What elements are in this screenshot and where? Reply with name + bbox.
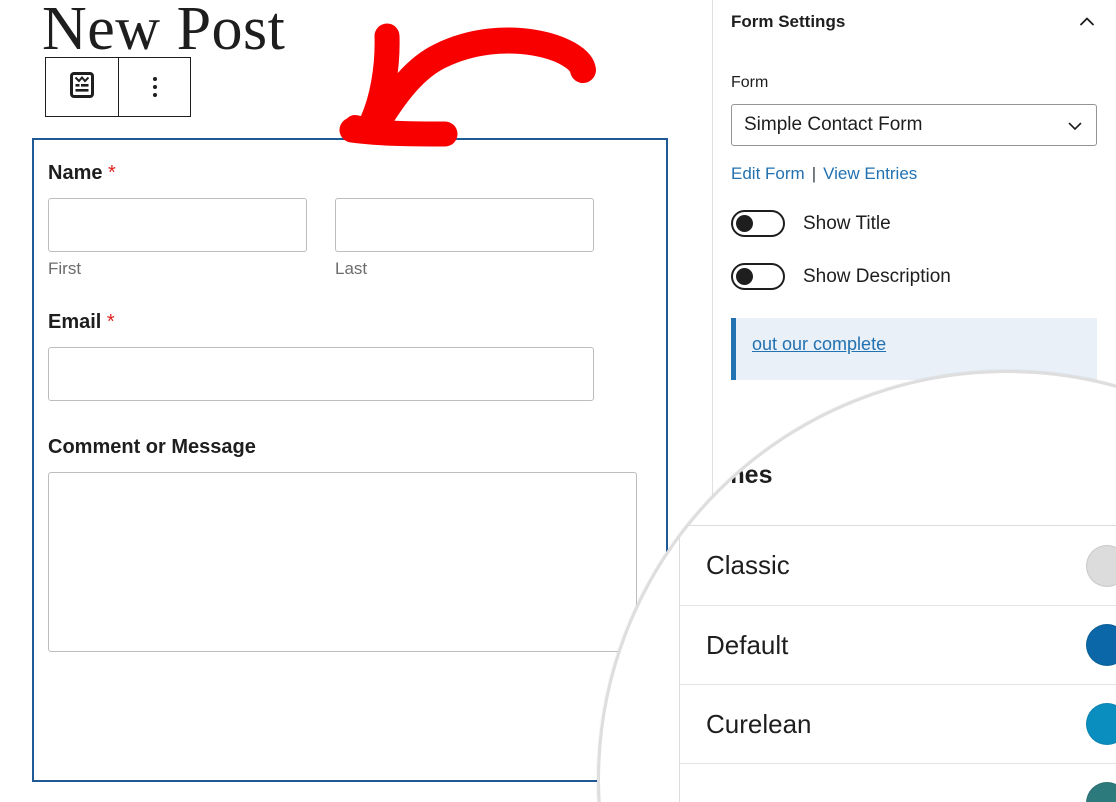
color-swatch: [1086, 782, 1116, 802]
magnifier-overlay: Themes Classic Default Curelean: [597, 370, 1116, 802]
theme-row[interactable]: Default: [680, 605, 1116, 684]
notice-link[interactable]: out our complete: [752, 334, 886, 354]
block-options-button[interactable]: [118, 58, 190, 116]
theme-swatches: [1086, 703, 1116, 745]
show-title-label: Show Title: [803, 212, 891, 234]
themes-list: Classic Default Curelean: [679, 525, 1116, 802]
name-field-label: Name *: [48, 162, 116, 184]
link-separator: |: [811, 164, 817, 183]
message-field-group: Comment or Message: [48, 436, 652, 653]
theme-swatches: [1086, 544, 1116, 587]
show-title-row: Show Title: [731, 210, 1098, 237]
theme-row[interactable]: Curelean: [680, 684, 1116, 763]
name-field-row: First Last: [48, 198, 652, 279]
required-marker: *: [108, 162, 116, 184]
theme-swatches: [1086, 782, 1116, 802]
name-last-input[interactable]: [335, 198, 594, 252]
theme-row[interactable]: [680, 763, 1116, 802]
theme-name: Curelean: [706, 708, 812, 739]
panel-header[interactable]: Form Settings: [731, 0, 1098, 34]
theme-swatches: [1086, 624, 1116, 666]
theme-name: Classic: [706, 550, 790, 580]
wpforms-block-icon: [67, 70, 97, 105]
view-entries-link[interactable]: View Entries: [823, 164, 917, 183]
magnifier-content: Themes Classic Default Curelean: [600, 373, 1116, 802]
show-title-toggle[interactable]: [731, 210, 785, 237]
app-root: New Post Name * First Last Email * Comme…: [0, 0, 1116, 802]
email-field-group: Email *: [48, 311, 652, 402]
theme-name: Default: [706, 629, 789, 660]
message-textarea[interactable]: [48, 472, 637, 653]
name-last-column: Last: [335, 198, 594, 279]
color-swatch: [1086, 703, 1116, 745]
notice-text: out our complete: [752, 332, 1081, 357]
name-first-sublabel: First: [48, 259, 82, 278]
chevron-up-icon[interactable]: [1076, 11, 1098, 33]
wpforms-block-preview[interactable]: Name * First Last Email * Comment or Mes…: [32, 138, 668, 782]
block-type-button[interactable]: [46, 58, 118, 116]
form-action-links: Edit Form | View Entries: [731, 164, 1098, 184]
panel-title: Form Settings: [731, 11, 846, 31]
chevron-down-icon: [1066, 117, 1084, 140]
form-select-value: Simple Contact Form: [744, 114, 923, 135]
red-arrow-annotation: [339, 23, 596, 147]
color-swatch: [1086, 544, 1116, 587]
email-field-label: Email *: [48, 311, 115, 334]
more-options-vertical-dots-icon: [152, 77, 157, 97]
email-input[interactable]: [48, 347, 594, 402]
form-select[interactable]: Simple Contact Form: [731, 104, 1097, 146]
message-field-label: Comment or Message: [48, 436, 256, 459]
form-select-label: Form: [731, 74, 769, 91]
edit-form-link[interactable]: Edit Form: [731, 164, 805, 183]
color-swatch: [1086, 624, 1116, 666]
show-description-label: Show Description: [803, 265, 951, 287]
show-description-toggle[interactable]: [731, 263, 785, 290]
required-marker: *: [106, 311, 115, 334]
toggle-knob: [736, 268, 753, 285]
name-last-sublabel: Last: [335, 259, 368, 278]
theme-row[interactable]: Classic: [680, 526, 1116, 605]
block-toolbar: [45, 57, 191, 117]
show-description-row: Show Description: [731, 263, 1098, 290]
themes-section-title: Themes: [678, 461, 773, 489]
page-title: New Post: [42, 0, 286, 63]
name-first-input[interactable]: [48, 198, 307, 252]
name-first-column: First: [48, 198, 307, 279]
toggle-knob: [736, 215, 753, 232]
